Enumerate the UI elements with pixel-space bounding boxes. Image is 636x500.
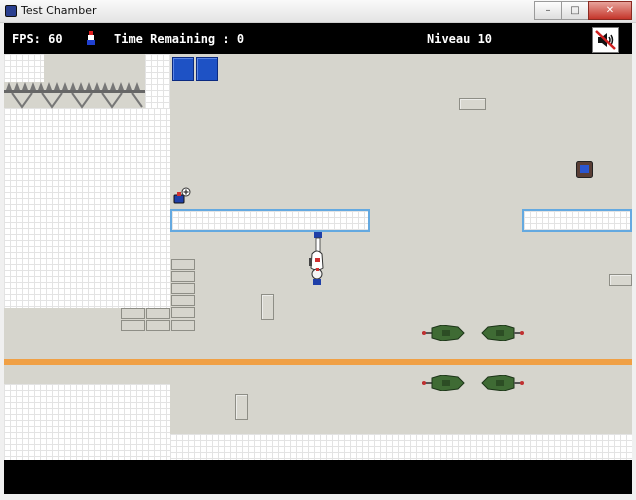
crate <box>146 320 170 331</box>
player-character <box>309 232 324 285</box>
speaker-muted-icon <box>595 30 616 50</box>
turret-left <box>422 325 465 341</box>
turret-left <box>422 375 465 391</box>
wall-left-top <box>4 54 44 82</box>
maximize-button[interactable]: □ <box>561 1 589 20</box>
time-remaining: Time Remaining : 0 <box>114 32 245 46</box>
crate <box>171 271 195 282</box>
window-titlebar[interactable]: Test Chamber – □ ✕ <box>0 0 636 23</box>
crate <box>121 308 145 319</box>
player-lives-icon <box>87 31 95 45</box>
bottom-bar <box>4 460 632 494</box>
floor-panel <box>459 98 486 110</box>
blue-block <box>196 57 218 81</box>
wall-left-column <box>145 54 170 110</box>
crate <box>146 308 170 319</box>
platform-right <box>522 209 632 232</box>
wall-bottom-left <box>4 384 170 460</box>
laser-beam <box>4 359 632 365</box>
minimize-button[interactable]: – <box>534 1 562 20</box>
window-controls: – □ ✕ <box>534 1 632 20</box>
sound-toggle-button[interactable] <box>592 27 619 53</box>
crate <box>171 320 195 331</box>
turret-right <box>481 375 524 391</box>
close-button[interactable]: ✕ <box>588 1 632 20</box>
app-icon <box>5 5 17 17</box>
level-indicator: Niveau 10 <box>427 32 493 46</box>
floor-panel <box>235 394 248 420</box>
window-title: Test Chamber <box>21 4 97 17</box>
hud-bar: FPS: 60 Time Remaining : 0 Niveau 10 <box>4 23 632 54</box>
floor-panel <box>609 274 632 286</box>
monitor-pickup-icon <box>576 161 593 178</box>
crate <box>171 283 195 294</box>
game-area[interactable] <box>4 54 632 460</box>
platform-middle <box>170 209 370 232</box>
floor-bottom <box>170 434 632 460</box>
crate <box>121 320 145 331</box>
turret-right <box>481 325 524 341</box>
health-pickup-icon <box>173 187 191 204</box>
floor-panel <box>261 294 274 320</box>
spike-trap <box>4 82 145 109</box>
blue-block <box>172 57 194 81</box>
fps-counter: FPS: 60 <box>12 32 63 46</box>
crate <box>171 307 195 318</box>
crate <box>171 295 195 306</box>
crate <box>171 259 195 270</box>
wall-left-block <box>4 108 170 308</box>
